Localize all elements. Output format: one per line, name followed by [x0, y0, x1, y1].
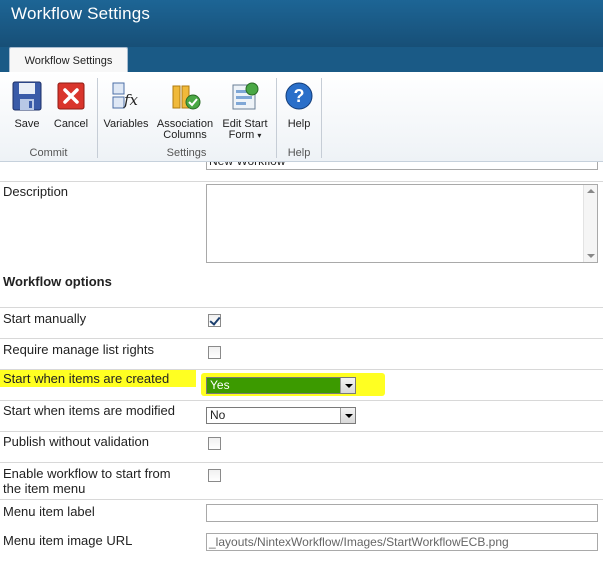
description-row: Description: [0, 182, 603, 271]
save-icon: [12, 81, 42, 111]
cancel-label: Cancel: [53, 118, 89, 130]
start-manually-checkbox[interactable]: [208, 314, 221, 327]
association-columns-icon: [172, 85, 201, 110]
start-created-row: Start when items are created Yes: [0, 370, 603, 401]
workflow-settings-form: New Workflow Description Workflow option…: [0, 162, 603, 564]
ribbon-divider: [321, 78, 322, 158]
menu-item-label-input[interactable]: [206, 504, 598, 522]
help-group: ? Help Help: [277, 72, 321, 162]
svg-text:?: ?: [294, 86, 305, 106]
edit-start-form-button[interactable]: Edit Start Form ▾: [218, 80, 272, 141]
enable-menu-row: Enable workflow to start from the item m…: [0, 463, 603, 500]
edit-start-label-2-text: Form: [228, 129, 255, 141]
help-button[interactable]: ? Help: [281, 80, 317, 130]
menu-item-label: Menu item label: [3, 504, 95, 519]
chevron-down-icon: ▾: [257, 131, 262, 140]
variables-icon: fx: [112, 82, 139, 109]
description-scrollbar[interactable]: [583, 185, 597, 262]
description-textarea[interactable]: [206, 184, 598, 263]
start-created-value: Yes: [210, 378, 230, 392]
help-group-label: Help: [287, 147, 311, 159]
start-manually-label: Start manually: [3, 311, 87, 326]
title-row: New Workflow: [0, 162, 603, 182]
enable-menu-label: Enable workflow to start from the item m…: [3, 466, 171, 496]
menu-item-label-row: Menu item label: [0, 500, 603, 531]
enable-menu-checkbox[interactable]: [208, 469, 221, 482]
require-rights-checkbox[interactable]: [208, 346, 221, 359]
start-modified-select[interactable]: No: [206, 407, 356, 424]
scroll-up-icon: [587, 189, 595, 193]
menu-image-url-label: Menu item image URL: [3, 533, 133, 548]
help-icon: ?: [285, 82, 313, 110]
title-input[interactable]: New Workflow: [206, 162, 598, 170]
save-button[interactable]: Save: [10, 80, 44, 130]
close-icon: [57, 82, 85, 110]
publish-row: Publish without validation: [0, 432, 603, 463]
publish-checkbox[interactable]: [208, 437, 221, 450]
ribbon: Save Cancel Commit fx Variables Associat…: [0, 72, 603, 162]
settings-group-label: Settings: [166, 147, 207, 159]
edit-form-icon: [232, 82, 259, 110]
help-label: Help: [287, 118, 311, 130]
start-created-select[interactable]: Yes: [206, 377, 356, 394]
publish-label: Publish without validation: [3, 434, 149, 449]
settings-group: fx Variables Association Columns Edit St: [98, 72, 275, 162]
require-rights-label: Require manage list rights: [3, 342, 155, 357]
start-modified-label: Start when items are modified: [3, 403, 175, 418]
enable-menu-label-line-2: the item menu: [3, 481, 86, 496]
description-label: Description: [3, 184, 69, 199]
tab-workflow-settings[interactable]: Workflow Settings: [9, 47, 128, 73]
title-bar: Workflow Settings: [0, 0, 603, 47]
save-label: Save: [14, 118, 40, 130]
workflow-options-heading: Workflow options: [3, 274, 112, 289]
association-label-2: Columns: [163, 129, 207, 141]
variables-label: Variables: [103, 118, 149, 130]
chevron-down-icon[interactable]: [340, 408, 355, 423]
association-columns-button[interactable]: Association Columns: [154, 80, 216, 141]
menu-image-url-row: Menu item image URL _layouts/NintexWorkf…: [0, 531, 603, 564]
cancel-button[interactable]: Cancel: [52, 80, 90, 130]
tab-label: Workflow Settings: [24, 55, 113, 67]
menu-image-url-input[interactable]: _layouts/NintexWorkflow/Images/StartWork…: [206, 533, 598, 551]
window-title: Workflow Settings: [11, 4, 151, 23]
commit-group: Save Cancel Commit: [0, 72, 97, 162]
require-rights-row: Require manage list rights: [0, 339, 603, 370]
variables-button[interactable]: fx Variables: [102, 80, 150, 130]
workflow-options-row: Workflow options: [0, 271, 603, 308]
enable-menu-label-line-1: Enable workflow to start from: [3, 466, 171, 481]
start-created-label: Start when items are created: [3, 371, 170, 386]
svg-text:fx: fx: [123, 91, 139, 109]
start-manually-row: Start manually: [0, 308, 603, 339]
chevron-down-icon[interactable]: [340, 378, 355, 393]
commit-group-label: Commit: [29, 147, 68, 159]
scroll-down-icon: [587, 254, 595, 258]
start-modified-value: No: [210, 408, 226, 422]
start-modified-row: Start when items are modified No: [0, 401, 603, 432]
edit-start-label-2: Form ▾: [218, 130, 272, 141]
